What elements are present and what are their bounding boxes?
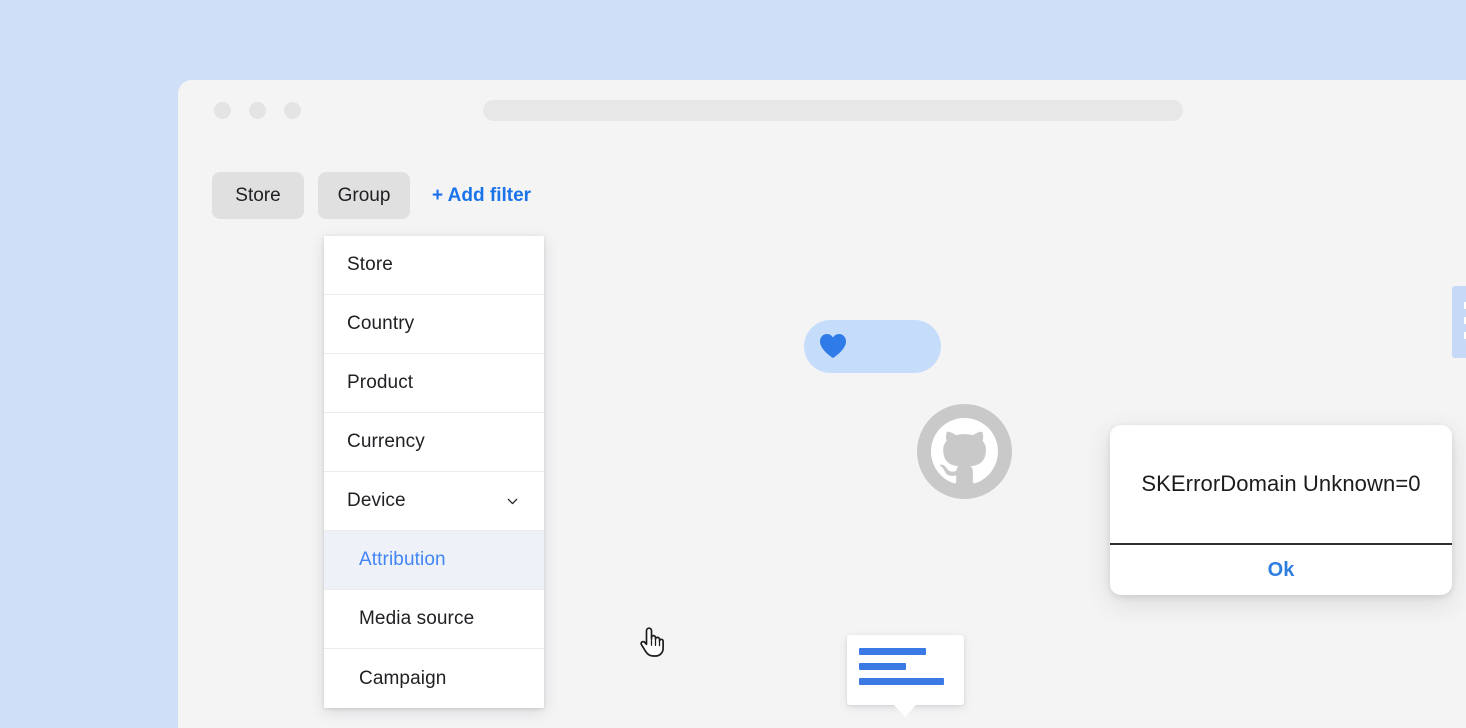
- maximize-dot[interactable]: [284, 102, 301, 119]
- pointing-hand-cursor: [637, 625, 667, 659]
- dropdown-item-product[interactable]: Product: [324, 354, 544, 413]
- chevron-down-icon: [507, 496, 518, 507]
- address-bar[interactable]: [483, 100, 1183, 121]
- add-filter-button[interactable]: + Add filter: [424, 185, 531, 207]
- dropdown-item-label: Store: [347, 254, 393, 276]
- browser-window: Store Group + Add filter Store Country P…: [178, 80, 1466, 728]
- dropdown-item-label: Country: [347, 313, 414, 335]
- speech-bubble-body: [1452, 286, 1466, 358]
- filter-dropdown-menu: Store Country Product Currency Device At…: [324, 236, 544, 708]
- github-octocat-avatar: [917, 404, 1012, 499]
- heart-icon: [819, 333, 847, 359]
- browser-title-bar: [178, 80, 1466, 142]
- speech-bubble-body: [847, 635, 964, 705]
- dropdown-item-label: Attribution: [359, 549, 446, 571]
- filter-bar: Store Group + Add filter: [212, 172, 531, 219]
- error-alert-dialog: SKErrorDomain Unknown=0 Ok: [1110, 425, 1452, 595]
- dialog-ok-button[interactable]: Ok: [1110, 545, 1452, 595]
- window-traffic-lights: [214, 102, 301, 119]
- speech-bubble-line: [859, 663, 906, 670]
- dropdown-item-label: Currency: [347, 431, 425, 453]
- dropdown-item-store[interactable]: Store: [324, 236, 544, 295]
- speech-bubble-blue: [1452, 286, 1466, 358]
- dialog-message-text: SKErrorDomain Unknown=0: [1110, 425, 1452, 543]
- dropdown-item-campaign[interactable]: Campaign: [324, 649, 544, 708]
- minimize-dot[interactable]: [249, 102, 266, 119]
- speech-bubble-tail: [894, 705, 916, 717]
- filter-chip-group[interactable]: Group: [318, 172, 410, 219]
- dropdown-item-currency[interactable]: Currency: [324, 413, 544, 472]
- speech-bubble-line: [859, 648, 926, 655]
- dropdown-item-label: Device: [347, 490, 406, 512]
- dropdown-item-media-source[interactable]: Media source: [324, 590, 544, 649]
- speech-bubble-line: [859, 678, 944, 685]
- speech-bubble-white: [847, 635, 964, 705]
- dropdown-item-attribution[interactable]: Attribution: [324, 531, 544, 590]
- dropdown-item-device[interactable]: Device: [324, 472, 544, 531]
- dropdown-item-label: Media source: [359, 608, 474, 630]
- dropdown-item-country[interactable]: Country: [324, 295, 544, 354]
- dropdown-item-label: Product: [347, 372, 413, 394]
- dropdown-item-label: Campaign: [359, 668, 446, 690]
- filter-chip-store[interactable]: Store: [212, 172, 304, 219]
- close-dot[interactable]: [214, 102, 231, 119]
- heart-reaction-pill[interactable]: [804, 320, 941, 373]
